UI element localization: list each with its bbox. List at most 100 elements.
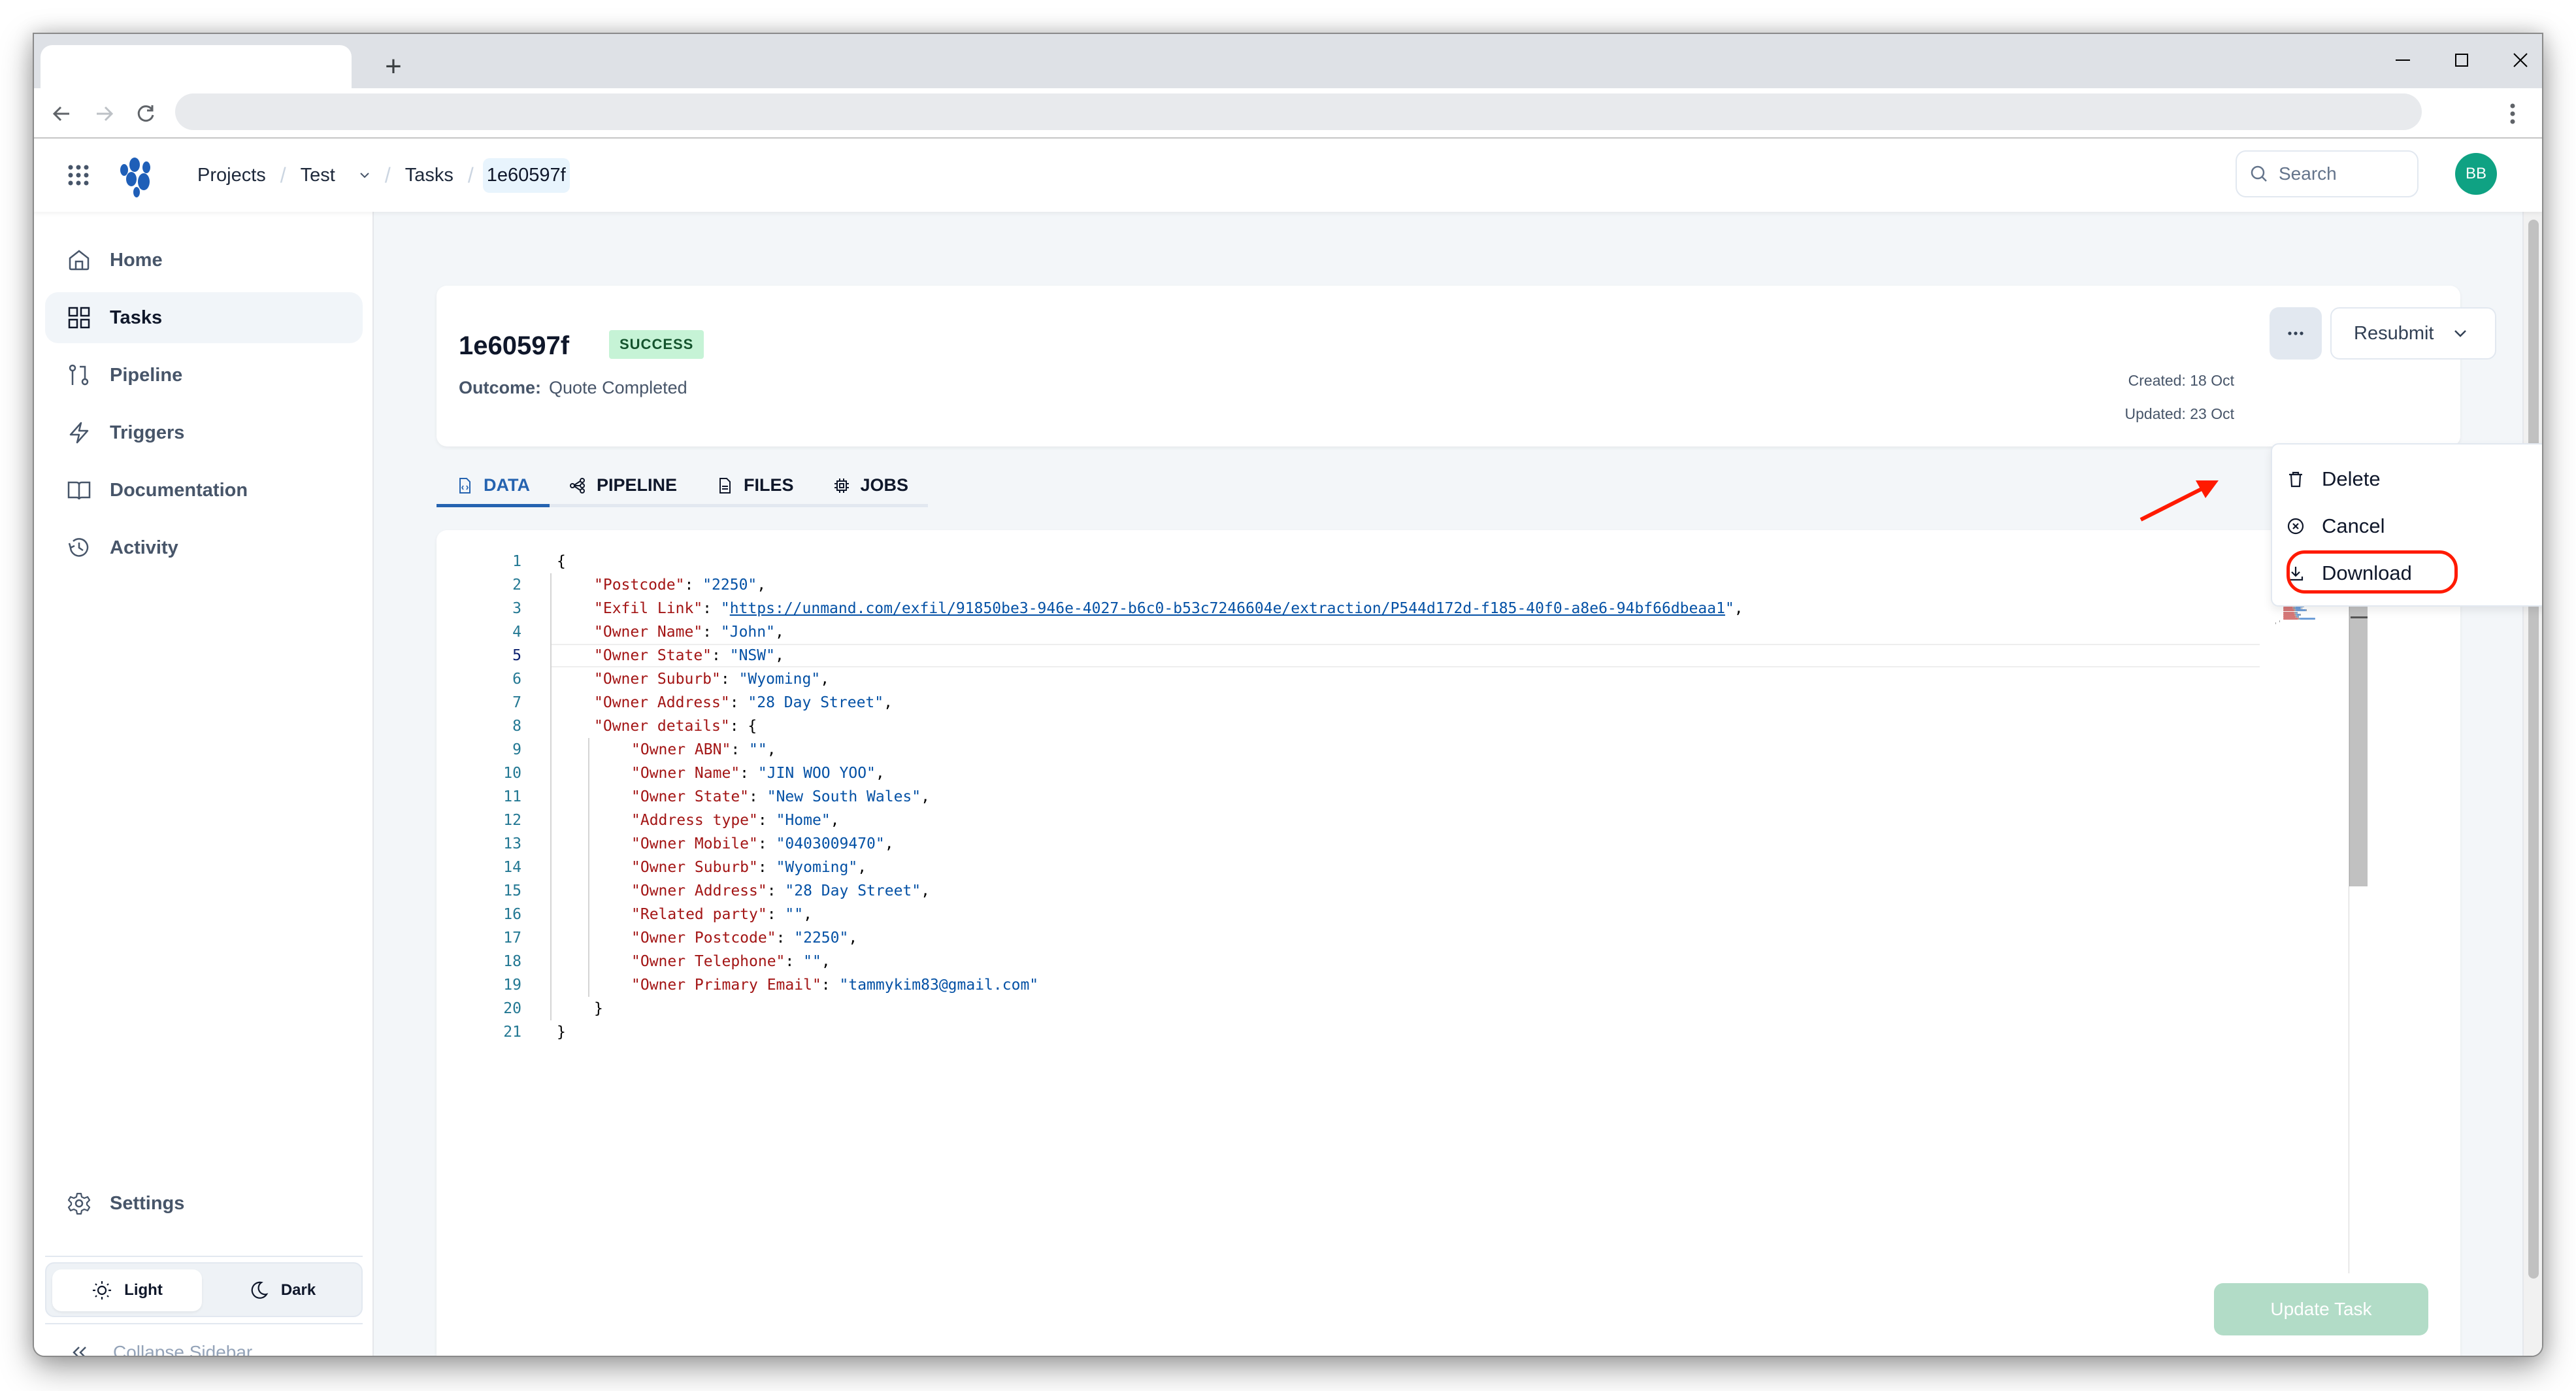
json-key: "Owner Address" bbox=[631, 882, 767, 899]
json-punctuation: : bbox=[785, 953, 804, 970]
divider bbox=[45, 1256, 363, 1257]
sidebar-item-tasks[interactable]: Tasks bbox=[45, 292, 363, 343]
json-punctuation: , bbox=[803, 906, 812, 923]
line-number: 3 bbox=[512, 600, 521, 617]
json-string: "2250" bbox=[794, 930, 849, 947]
back-button[interactable] bbox=[48, 100, 76, 127]
breadcrumb-separator: / bbox=[467, 163, 474, 187]
update-task-button[interactable]: Update Task bbox=[2214, 1283, 2428, 1335]
app-launcher-button[interactable] bbox=[65, 162, 91, 188]
code-line: 13 "Owner Mobile": "0403009470", bbox=[456, 832, 2381, 856]
resubmit-button[interactable]: Resubmit bbox=[2330, 307, 2496, 360]
json-punctuation: , bbox=[767, 741, 776, 758]
tab-data[interactable]: DATA bbox=[437, 467, 550, 507]
menu-item-cancel[interactable]: Cancel bbox=[2277, 503, 2542, 549]
menu-item-label: Delete bbox=[2322, 467, 2381, 490]
json-punctuation: : bbox=[731, 741, 750, 758]
address-bar[interactable] bbox=[175, 93, 2422, 130]
browser-window: + Projects / Test / Tasks / 1e60597f Sea… bbox=[33, 33, 2543, 1357]
code-text: "Owner details": { bbox=[594, 714, 757, 738]
x-circle-icon bbox=[2287, 518, 2304, 535]
code-line: 19 "Owner Primary Email": "tammykim83@gma… bbox=[456, 973, 2381, 997]
data-editor-card: 1{2 "Postcode": "2250", 3 "Exfil Link": "ht… bbox=[437, 530, 2460, 1356]
app-header: Projects / Test / Tasks / 1e60597f Searc… bbox=[34, 139, 2542, 212]
tab-pipeline[interactable]: PIPELINE bbox=[550, 467, 697, 504]
page-scrollbar-thumb[interactable] bbox=[2528, 220, 2539, 1279]
code-text: "Owner Suburb": "Wyoming", bbox=[631, 856, 867, 879]
app-logo[interactable] bbox=[119, 156, 161, 197]
maximize-icon bbox=[2455, 54, 2468, 67]
task-tabs: DATA PIPELINE FILES JOBS bbox=[437, 467, 929, 507]
theme-light-button[interactable]: Light bbox=[52, 1269, 202, 1311]
json-punctuation: , bbox=[857, 859, 867, 876]
json-key: "Owner Telephone" bbox=[631, 953, 785, 970]
sidebar-item-home[interactable]: Home bbox=[45, 235, 363, 286]
code-text: "Owner Mobile": "0403009470", bbox=[631, 832, 894, 856]
json-key: "Postcode" bbox=[594, 577, 685, 594]
close-window-button[interactable] bbox=[2498, 41, 2542, 80]
sidebar-item-activity[interactable]: Activity bbox=[45, 522, 363, 573]
tab-label: JOBS bbox=[860, 475, 909, 495]
minimize-button[interactable] bbox=[2380, 41, 2426, 80]
json-key: "Owner Suburb" bbox=[594, 671, 721, 688]
json-string: "tammykim83@gmail.com" bbox=[839, 977, 1039, 994]
code-text: "Owner State": "New South Wales", bbox=[631, 785, 930, 809]
menu-item-download[interactable]: Download bbox=[2277, 550, 2542, 596]
json-string: "" bbox=[785, 906, 804, 923]
outcome-value: Quote Completed bbox=[549, 378, 687, 397]
sidebar-item-pipeline[interactable]: Pipeline bbox=[45, 350, 363, 401]
browser-menu-button[interactable] bbox=[2503, 100, 2522, 127]
json-punctuation: : bbox=[767, 906, 785, 923]
tab-jobs[interactable]: JOBS bbox=[814, 467, 929, 504]
json-key: "Owner Name" bbox=[631, 765, 740, 782]
json-punctuation: : bbox=[712, 647, 730, 664]
line-number: 11 bbox=[503, 788, 521, 805]
json-punctuation: : bbox=[702, 624, 721, 641]
json-link[interactable]: https://unmand.com/exfil/91850be3-946e-4… bbox=[730, 600, 1725, 617]
collapse-sidebar-button[interactable]: Collapse Sidebar bbox=[45, 1330, 252, 1356]
line-number: 14 bbox=[503, 859, 521, 876]
json-string: " bbox=[1725, 600, 1734, 617]
json-string: "John" bbox=[720, 624, 775, 641]
main-content: 1e60597f SUCCESS Outcome: Quote Completed… bbox=[374, 212, 2542, 1356]
breadcrumb-project-test[interactable]: Test bbox=[295, 165, 340, 186]
theme-light-label: Light bbox=[124, 1281, 163, 1299]
json-punctuation: , bbox=[757, 577, 767, 594]
theme-dark-button[interactable]: Dark bbox=[207, 1269, 357, 1311]
sidebar-item-documentation[interactable]: Documentation bbox=[45, 465, 363, 516]
maximize-button[interactable] bbox=[2439, 41, 2485, 80]
code-line: 2 "Postcode": "2250", bbox=[456, 573, 2381, 597]
code-text: "Owner ABN": "", bbox=[631, 738, 776, 762]
reload-icon bbox=[137, 105, 154, 122]
search-input[interactable]: Search bbox=[2236, 150, 2419, 197]
forward-button[interactable] bbox=[90, 100, 118, 127]
line-number: 17 bbox=[503, 930, 521, 947]
breadcrumb-tasks[interactable]: Tasks bbox=[400, 165, 459, 186]
reload-button[interactable] bbox=[132, 100, 159, 127]
code-line: 11 "Owner State": "New South Wales", bbox=[456, 785, 2381, 809]
json-string: " bbox=[720, 600, 730, 617]
more-actions-button[interactable] bbox=[2270, 307, 2322, 360]
menu-item-delete[interactable]: Delete bbox=[2277, 456, 2542, 502]
chevron-down-icon[interactable] bbox=[357, 168, 372, 182]
sidebar-item-settings[interactable]: Settings bbox=[45, 1178, 363, 1229]
tab-files[interactable]: FILES bbox=[697, 467, 814, 504]
chevrons-left-icon bbox=[73, 1347, 86, 1356]
json-punctuation: , bbox=[774, 624, 784, 641]
code-line: 14 "Owner Suburb": "Wyoming", bbox=[456, 856, 2381, 879]
new-tab-button[interactable]: + bbox=[374, 48, 413, 88]
theme-toggle: Light Dark bbox=[45, 1262, 363, 1317]
arrow-left-icon bbox=[52, 106, 69, 122]
history-icon bbox=[68, 538, 89, 557]
page-scrollbar[interactable] bbox=[2522, 212, 2542, 1356]
breadcrumb-projects[interactable]: Projects bbox=[192, 165, 271, 186]
json-punctuation: : bbox=[757, 812, 776, 829]
line-number: 20 bbox=[503, 1000, 521, 1017]
arrow-right-icon bbox=[97, 106, 114, 122]
browser-tab[interactable] bbox=[41, 45, 352, 88]
json-punctuation: : bbox=[757, 835, 776, 852]
json-editor[interactable]: 1{2 "Postcode": "2250", 3 "Exfil Link": "ht… bbox=[456, 550, 2381, 1273]
sidebar-item-triggers[interactable]: Triggers bbox=[45, 407, 363, 458]
user-avatar[interactable]: BB bbox=[2455, 153, 2497, 195]
code-line: 5 "Owner State": "NSW", bbox=[456, 644, 2381, 667]
